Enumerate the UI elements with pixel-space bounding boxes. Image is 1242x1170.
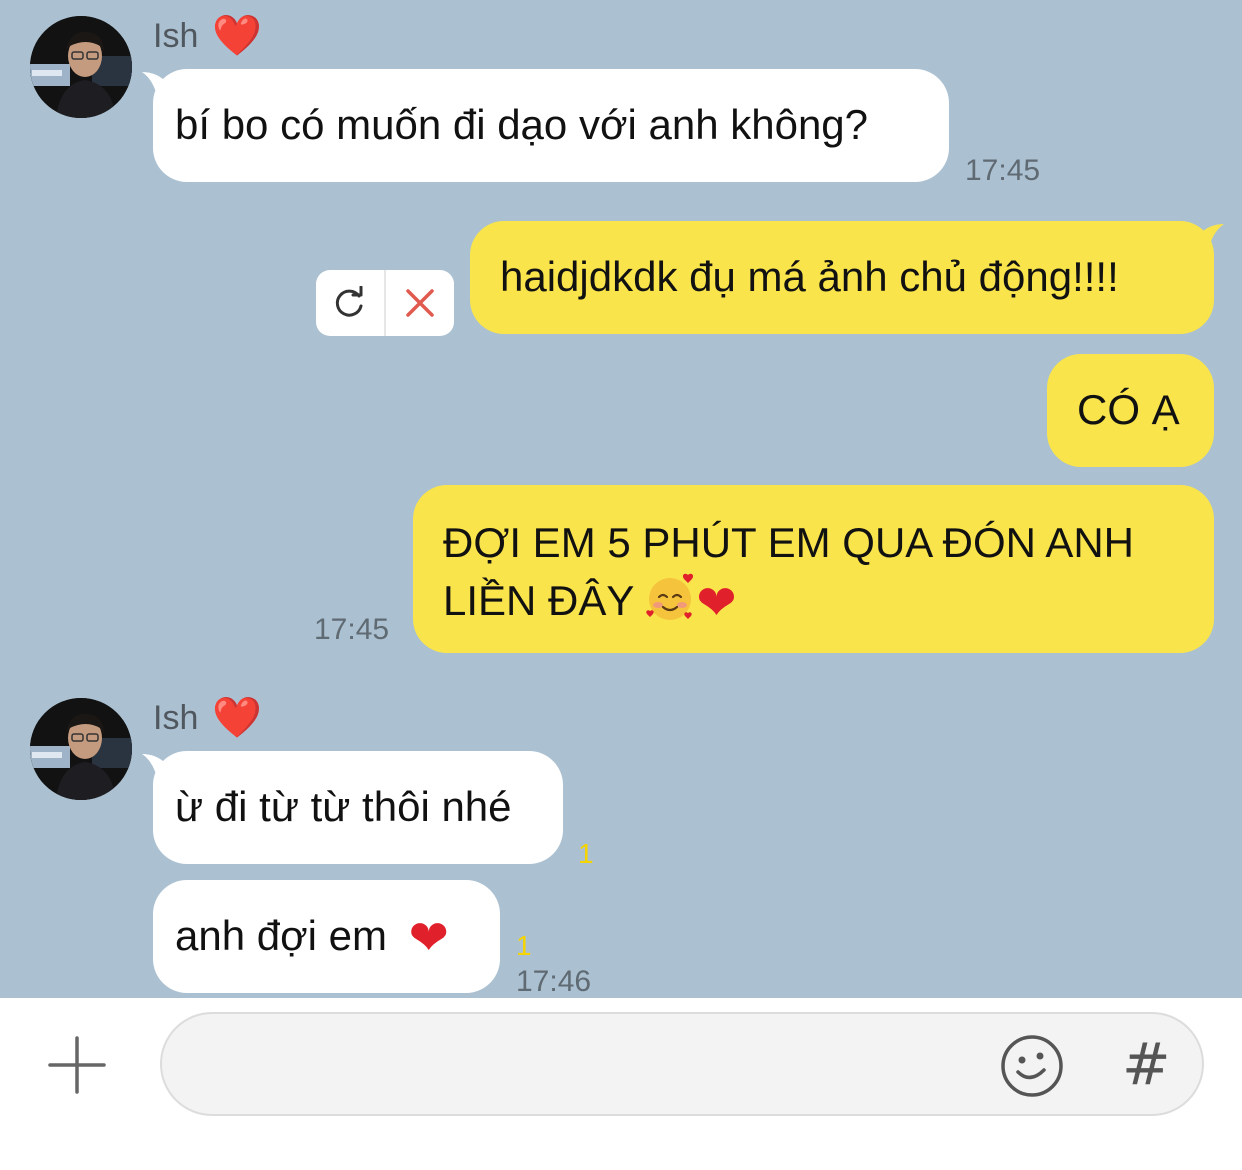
message-text: LIỀN ĐÂY bbox=[443, 577, 635, 624]
unread-count: 1 bbox=[578, 838, 594, 869]
hash-icon[interactable]: # bbox=[1122, 1030, 1171, 1098]
message-bubble-outgoing[interactable]: ĐỢI EM 5 PHÚT EM QUA ĐÓN ANH LIỀN ĐÂY ❤ bbox=[413, 485, 1214, 653]
sender-name-text: Ish bbox=[153, 16, 199, 55]
sender-name: Ish ❤️ bbox=[153, 16, 262, 56]
unread-count: 1 bbox=[516, 930, 532, 961]
failed-message-actions bbox=[316, 270, 454, 336]
message-bubble-incoming[interactable]: ừ đi từ từ thôi nhé bbox=[153, 751, 563, 864]
smiling-face-with-hearts-icon bbox=[646, 573, 694, 620]
heart-icon: ❤️ bbox=[212, 13, 263, 59]
message-bubble-incoming[interactable]: bí bo có muốn đi dạo với anh không? bbox=[153, 69, 949, 182]
message-text: bí bo có muốn đi dạo với anh không? bbox=[175, 101, 869, 148]
chat-area[interactable]: Ish ❤️ bí bo có muốn đi dạo với anh khôn… bbox=[0, 0, 1242, 998]
avatar-photo bbox=[30, 698, 132, 800]
sender-name-text: Ish bbox=[153, 698, 199, 737]
heart-icon: ❤️ bbox=[212, 695, 263, 741]
plus-icon[interactable] bbox=[48, 1036, 106, 1094]
avatar[interactable] bbox=[30, 16, 132, 118]
message-text-line: ĐỢI EM 5 PHÚT EM QUA ĐÓN ANH bbox=[443, 519, 1135, 566]
retry-button[interactable] bbox=[316, 270, 384, 336]
bubble-tail bbox=[1196, 224, 1224, 252]
message-bubble-outgoing-failed[interactable]: haidjdkdk đụ má ảnh chủ động!!!! bbox=[470, 221, 1214, 334]
message-text: CÓ Ạ bbox=[1077, 386, 1180, 433]
message-text: anh đợi em bbox=[175, 912, 387, 959]
heart-icon: ❤ bbox=[696, 575, 737, 631]
retry-icon bbox=[335, 286, 363, 317]
message-time: 17:45 bbox=[965, 154, 1041, 187]
avatar[interactable] bbox=[30, 698, 132, 800]
avatar-photo bbox=[30, 16, 132, 118]
delete-button[interactable] bbox=[384, 270, 454, 336]
message-time: 17:45 bbox=[314, 613, 390, 646]
message-time: 17:46 bbox=[516, 965, 592, 998]
smile-icon[interactable] bbox=[1000, 1034, 1064, 1098]
message-text: haidjdkdk đụ má ảnh chủ động!!!! bbox=[500, 253, 1119, 300]
message-text: ừ đi từ từ thôi nhé bbox=[175, 783, 512, 830]
sender-name: Ish ❤️ bbox=[153, 698, 262, 738]
message-bubble-outgoing[interactable]: CÓ Ạ bbox=[1047, 354, 1214, 467]
message-text-line-2: LIỀN ĐÂY ❤ bbox=[443, 571, 1184, 631]
close-icon bbox=[406, 289, 434, 317]
message-bubble-incoming[interactable]: anh đợi em ❤ bbox=[153, 880, 500, 993]
heart-icon: ❤ bbox=[408, 910, 449, 966]
